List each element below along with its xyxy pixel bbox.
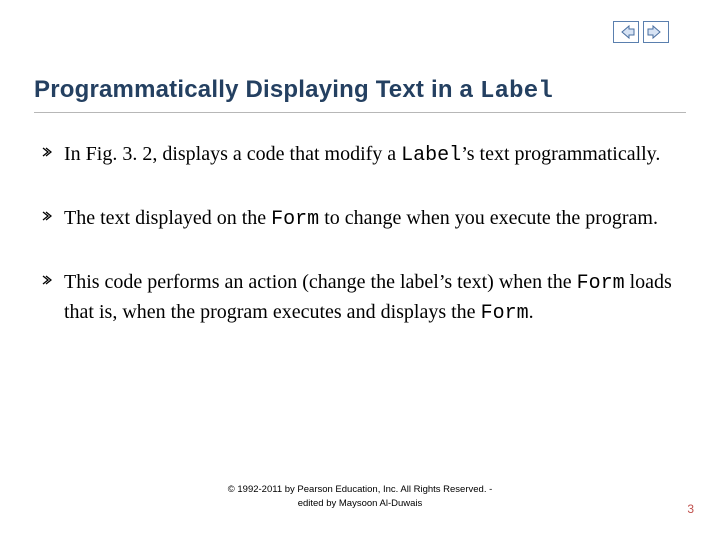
bullet-text: In Fig. 3. 2, displays a code that modif…: [64, 140, 674, 170]
bullet-list: In Fig. 3. 2, displays a code that modif…: [42, 140, 674, 362]
text-span: In Fig. 3. 2, displays a code that modif…: [64, 143, 401, 165]
bullet-item: The text displayed on the Form to change…: [42, 204, 674, 234]
code-span: Label: [401, 144, 461, 167]
bullet-text: The text displayed on the Form to change…: [64, 204, 674, 234]
title-prefix: Programmatically Displaying Text in a: [34, 76, 480, 103]
code-span: Form: [271, 208, 319, 231]
bullet-marker-icon: [42, 140, 64, 168]
text-span: .: [529, 301, 534, 323]
title-code-word: Label: [480, 78, 553, 105]
bullet-item: In Fig. 3. 2, displays a code that modif…: [42, 140, 674, 170]
nav-arrows: [612, 20, 670, 44]
bullet-marker-icon: [42, 268, 64, 296]
arrow-right-icon: [643, 21, 669, 43]
arrow-left-icon: [613, 21, 639, 43]
prev-button[interactable]: [612, 20, 640, 44]
page-number: 3: [687, 502, 694, 516]
next-button[interactable]: [642, 20, 670, 44]
title-underline: [34, 112, 686, 113]
text-span: This code performs an action (change the…: [64, 271, 577, 293]
text-span: to change when you execute the program.: [319, 207, 658, 229]
footer-line-1: © 1992-2011 by Pearson Education, Inc. A…: [228, 484, 493, 495]
slide-title: Programmatically Displaying Text in a La…: [34, 76, 553, 105]
code-span: Form: [577, 272, 625, 295]
text-span: The text displayed on the: [64, 207, 271, 229]
footer-line-2: edited by Maysoon Al-Duwais: [298, 498, 423, 509]
code-span: Form: [481, 302, 529, 325]
bullet-text: This code performs an action (change the…: [64, 268, 674, 328]
copyright-footer: © 1992-2011 by Pearson Education, Inc. A…: [0, 483, 720, 510]
text-span: ’s text programmatically.: [461, 143, 660, 165]
bullet-marker-icon: [42, 204, 64, 232]
bullet-item: This code performs an action (change the…: [42, 268, 674, 328]
